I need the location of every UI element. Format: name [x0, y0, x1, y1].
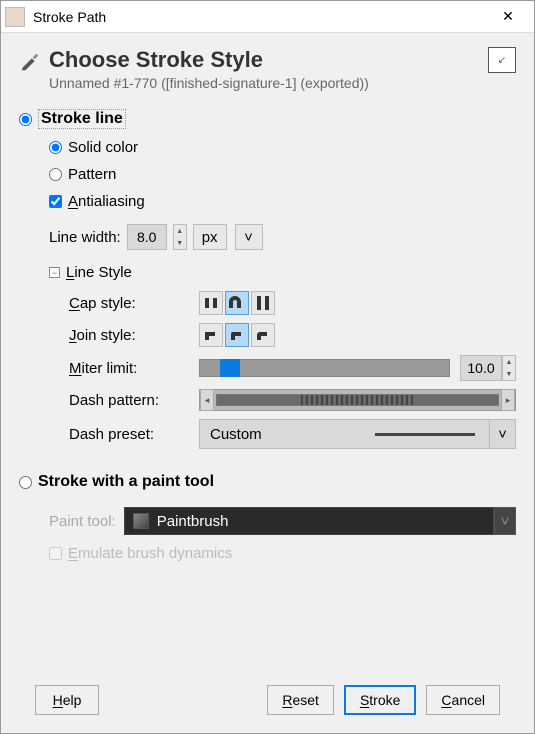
stroke-line-radio[interactable]	[19, 113, 32, 126]
emulate-dynamics-row: Emulate brush dynamics	[49, 545, 516, 562]
pattern-label: Pattern	[68, 166, 116, 183]
miter-limit-input[interactable]	[460, 355, 502, 381]
stroke-paint-radio-row: Stroke with a paint tool	[19, 473, 516, 491]
paint-tool-row: Paint tool: Paintbrush ˅	[49, 507, 516, 535]
dash-pattern-label: Dash pattern:	[69, 392, 199, 409]
cancel-button[interactable]: Cancel	[426, 685, 500, 715]
line-style-header: − Line Style	[49, 264, 516, 281]
close-button[interactable]: ✕	[486, 8, 530, 25]
dash-pattern-editor[interactable]: ◂ ▸	[199, 389, 516, 411]
dash-preset-label: Dash preset:	[69, 426, 199, 443]
dash-preset-row: Dash preset: Custom ˅	[69, 419, 516, 449]
app-icon	[5, 7, 25, 27]
stroke-path-dialog: Stroke Path ✕ Choose Stroke Style Unname…	[0, 0, 535, 734]
antialiasing-checkbox[interactable]	[49, 195, 62, 208]
solid-color-radio[interactable]	[49, 141, 62, 154]
solid-color-label: Solid color	[68, 139, 138, 156]
brush-icon	[19, 51, 41, 73]
line-style-label: Line Style	[66, 264, 132, 281]
line-width-label: Line width:	[49, 229, 121, 246]
miter-limit-spinner[interactable]: ▲▼	[502, 355, 516, 381]
reset-button[interactable]: Reset	[267, 685, 334, 715]
paint-tool-dropdown-arrow[interactable]: ˅	[494, 507, 516, 535]
miter-limit-label: Miter limit:	[69, 360, 199, 377]
paint-tool-select[interactable]: Paintbrush	[124, 507, 494, 535]
line-style-group: Cap style: Join style:	[69, 291, 516, 449]
paintbrush-icon	[133, 513, 149, 529]
titlebar: Stroke Path ✕	[1, 1, 534, 33]
antialiasing-row: Antialiasing	[49, 193, 516, 210]
stroke-line-radio-row: Stroke line	[19, 109, 516, 129]
pattern-radio[interactable]	[49, 168, 62, 181]
join-miter-button[interactable]	[199, 323, 223, 347]
dash-scroll-right[interactable]: ▸	[501, 389, 515, 411]
dash-pattern-bar[interactable]	[216, 394, 499, 406]
cap-butt-button[interactable]	[199, 291, 223, 315]
line-width-spinner[interactable]: ▲▼	[173, 224, 187, 250]
dash-scroll-left[interactable]: ◂	[200, 389, 214, 411]
dash-preset-value: Custom	[210, 426, 262, 443]
cap-style-label: Cap style:	[69, 295, 199, 312]
join-style-label: Join style:	[69, 327, 199, 344]
dialog-content: Choose Stroke Style Unnamed #1-770 ([fin…	[1, 33, 534, 733]
dash-pattern-row: Dash pattern: ◂ ▸	[69, 389, 516, 411]
join-round-button[interactable]	[225, 323, 249, 347]
stroke-paint-radio[interactable]	[19, 476, 32, 489]
cap-square-button[interactable]	[251, 291, 275, 315]
miter-limit-slider[interactable]	[199, 359, 450, 377]
emulate-dynamics-checkbox	[49, 547, 62, 560]
paint-tool-value: Paintbrush	[157, 513, 229, 530]
preview-swatch-button[interactable]: ↙	[488, 47, 516, 73]
join-style-row: Join style:	[69, 323, 516, 347]
stroke-line-group: Solid color Pattern Antialiasing Line wi…	[49, 139, 516, 457]
chevron-down-icon: ˅	[489, 420, 515, 448]
stroke-paint-label: Stroke with a paint tool	[38, 473, 214, 491]
dialog-header: Choose Stroke Style Unnamed #1-770 ([fin…	[19, 47, 516, 91]
paint-tool-label: Paint tool:	[49, 513, 116, 530]
miter-limit-row: Miter limit: ▲▼	[69, 355, 516, 381]
pattern-row: Pattern	[49, 166, 516, 183]
dash-preset-select[interactable]: Custom ˅	[199, 419, 516, 449]
cap-round-button[interactable]	[225, 291, 249, 315]
line-style-expander[interactable]: −	[49, 267, 60, 278]
join-bevel-button[interactable]	[251, 323, 275, 347]
line-width-input[interactable]	[127, 224, 167, 250]
antialiasing-label: Antialiasing	[68, 193, 145, 210]
stroke-button[interactable]: Stroke	[344, 685, 416, 715]
dialog-title: Choose Stroke Style	[49, 47, 480, 73]
cap-style-row: Cap style:	[69, 291, 516, 315]
help-button[interactable]: Help	[35, 685, 99, 715]
stroke-line-label: Stroke line	[38, 109, 126, 129]
line-width-row: Line width: ▲▼ px ˅	[49, 224, 516, 250]
button-bar: Help Reset Stroke Cancel	[19, 677, 516, 723]
emulate-dynamics-label: Emulate brush dynamics	[68, 545, 232, 562]
window-title: Stroke Path	[33, 9, 486, 25]
solid-color-row: Solid color	[49, 139, 516, 156]
line-width-unit-dropdown[interactable]: ˅	[235, 224, 263, 250]
dialog-subtitle: Unnamed #1-770 ([finished-signature-1] (…	[49, 75, 480, 91]
line-width-unit: px	[193, 224, 227, 250]
dash-preset-preview-icon	[375, 433, 475, 436]
miter-limit-thumb[interactable]	[220, 359, 240, 377]
